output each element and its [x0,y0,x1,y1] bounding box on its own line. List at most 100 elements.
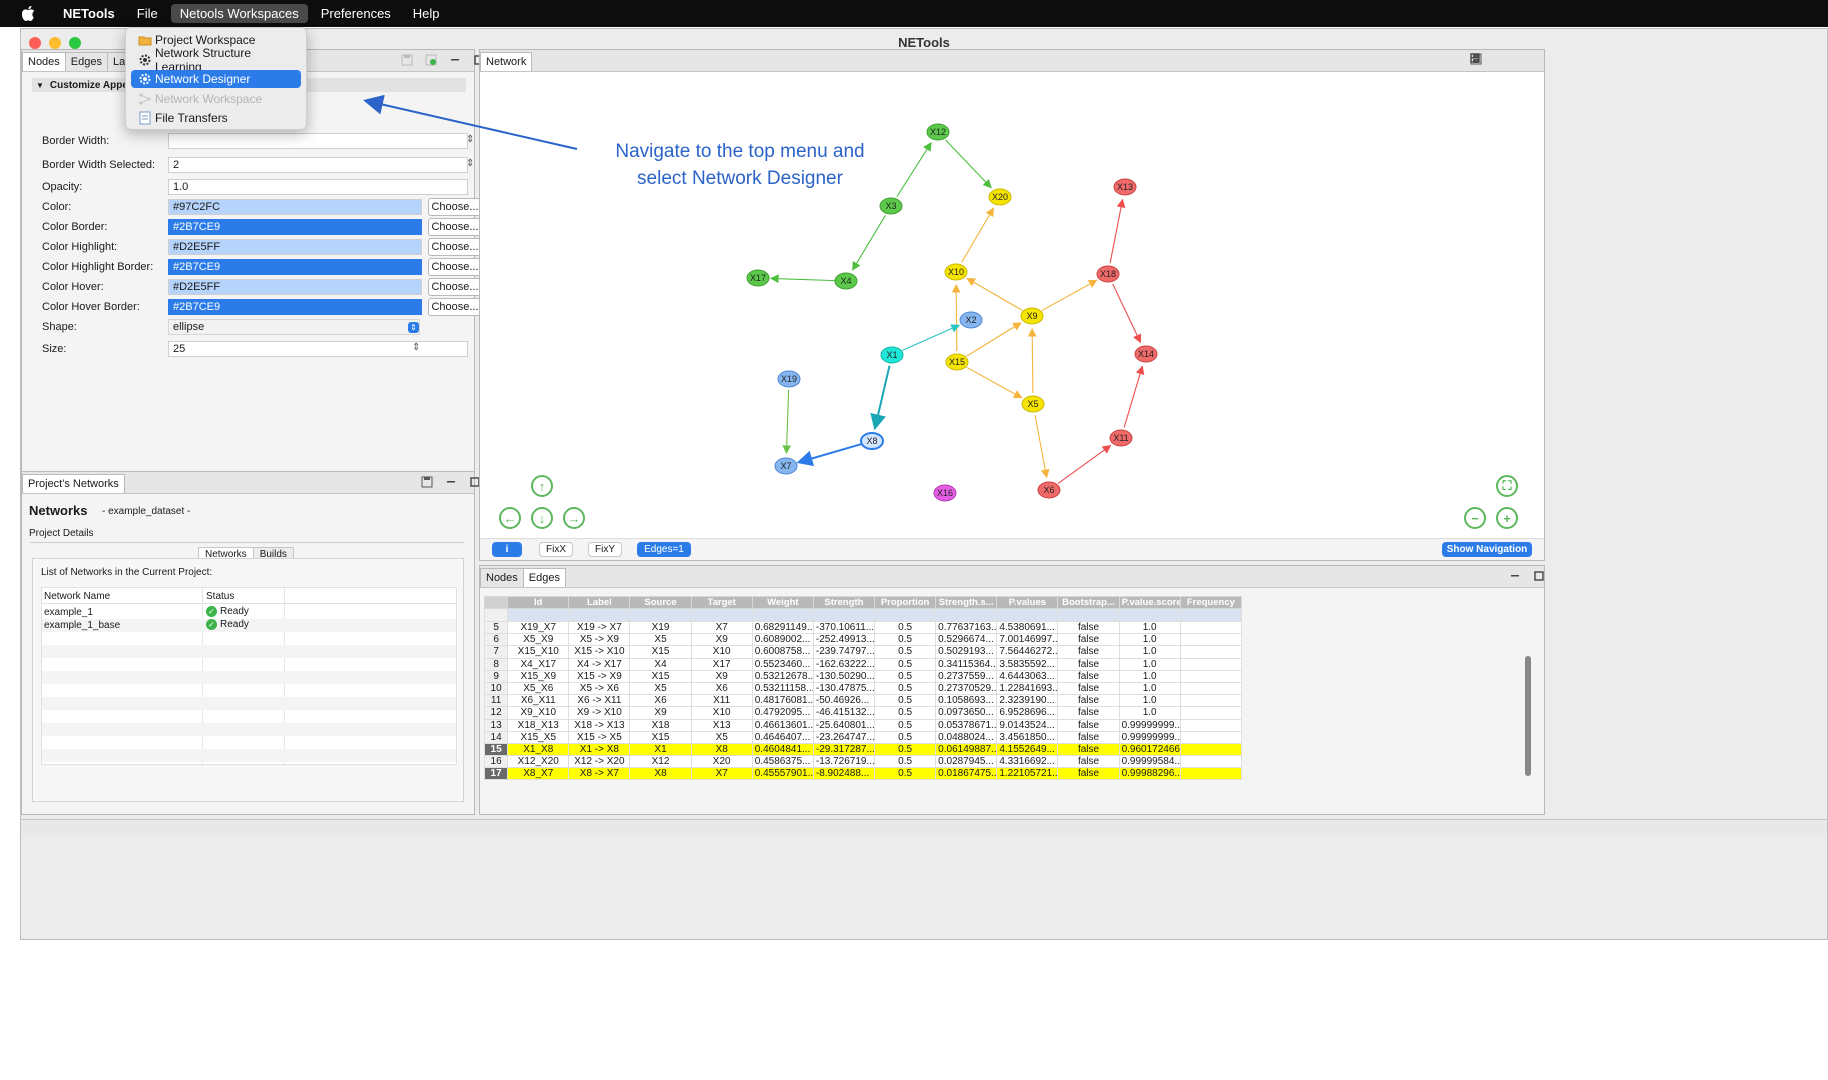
table-cell[interactable]: 0.45557901... [751,767,814,781]
table-cell[interactable]: false [1057,742,1120,757]
edge-X1-X8[interactable] [870,365,891,431]
table-cell[interactable]: false [1057,620,1120,635]
table-cell[interactable] [1179,718,1243,732]
node-X2[interactable]: X2 [959,311,983,329]
filter-cell[interactable] [874,608,937,622]
table-cell[interactable]: X8 [629,767,692,781]
choose-color-button[interactable]: Choose... [428,238,482,256]
field-input[interactable]: 25 [168,341,468,357]
choose-color-button[interactable]: Choose... [428,218,482,236]
edge-X3-X4[interactable] [852,215,886,271]
table-cell[interactable]: 0.34115364... [935,657,998,671]
table-cell[interactable]: 0.5 [874,645,937,659]
table-cell[interactable]: X9 -> X10 [568,706,631,720]
table-cell[interactable]: X5 [629,681,692,696]
column-header[interactable]: Strength.s... [935,596,998,609]
table-cell[interactable]: X17 [690,657,753,671]
table-cell[interactable]: 1.0 [1118,645,1181,659]
table-cell[interactable]: 0.5 [874,633,937,647]
table-cell[interactable]: false [1057,633,1120,647]
node-X6[interactable]: X6 [1037,481,1061,499]
table-cell[interactable]: false [1057,730,1120,744]
table-cell[interactable]: X6_X11 [507,694,570,708]
edge-X11-X14[interactable] [1123,365,1145,428]
table-scrollbar[interactable] [1525,656,1531,776]
table-cell[interactable]: 0.48176081... [751,694,814,708]
table-cell[interactable]: X6 [690,681,753,696]
choose-color-button[interactable]: Choose... [428,278,482,296]
table-row[interactable]: 6 X5_X9 X5 -> X9 X5 X9 0.6089002... -252.49913… [483,633,1243,647]
table-cell[interactable]: -130.50290... [812,669,876,683]
table-cell[interactable]: 9.0143524... [996,718,1059,732]
table-row[interactable]: 11 X6_X11 X6 -> X11 X6 X11 0.48176081... -50.4… [483,694,1243,708]
filter-cell[interactable] [1057,608,1120,622]
table-cell[interactable]: -25.640801... [812,718,876,732]
node-X5[interactable]: X5 [1021,395,1045,413]
field-input[interactable]: #2B7CE9 [168,299,422,315]
table-cell[interactable]: X18 -> X13 [568,718,631,732]
table-cell[interactable]: -162.63222... [812,657,876,671]
minimize-panel-icon[interactable] [1508,569,1522,583]
maximize-panel-icon[interactable] [1532,569,1546,583]
table-cell[interactable]: X19 [629,620,692,635]
table-cell[interactable] [1179,730,1243,744]
table-cell[interactable]: 0.99999999... [1118,730,1181,744]
table-cell[interactable]: false [1057,767,1120,781]
edge-X1-X2[interactable] [901,324,961,352]
list-item[interactable]: example_1_base ✓ Ready [42,619,456,632]
table-cell[interactable]: 0.5 [874,657,937,671]
table-cell[interactable]: X12 -> X20 [568,755,631,769]
node-X18[interactable]: X18 [1096,265,1120,283]
edge-X5-X9[interactable] [1027,327,1037,394]
table-row[interactable]: 12 X9_X10 X9 -> X10 X9 X10 0.4792095... -46.41… [483,706,1243,720]
column-header[interactable]: P.values [996,596,1059,609]
info-button[interactable]: i [492,542,522,557]
table-row[interactable]: 10 X5_X6 X5 -> X6 X5 X6 0.53211158... -130.478… [483,681,1243,696]
table-cell[interactable]: 3.5835592... [996,657,1059,671]
table-cell[interactable]: 0.5523460... [751,657,814,671]
stepper-icon[interactable]: ⇕ [412,342,420,353]
table-cell[interactable]: X12_X20 [507,755,570,769]
table-row[interactable]: 9 X15_X9 X15 -> X9 X15 X9 0.53212678... -130.5… [483,669,1243,683]
table-cell[interactable]: 6.9528696... [996,706,1059,720]
table-cell[interactable]: 0.68291149... [751,620,814,635]
edges-filter-button[interactable]: Edges=1 [637,542,691,557]
table-cell[interactable]: 7.00146997... [996,633,1059,647]
save-icon[interactable] [420,475,434,489]
table-cell[interactable]: X12 [629,755,692,769]
table-cell[interactable]: 1.0 [1118,620,1181,635]
edge-X9-X18[interactable] [1041,279,1098,312]
edge-X18-X13[interactable] [1109,198,1126,264]
column-header[interactable]: Strength [812,596,876,609]
node-X11[interactable]: X11 [1109,429,1133,447]
table-row[interactable]: 13 X18_X13 X18 -> X13 X18 X13 0.46613601... -2… [483,718,1243,732]
table-cell[interactable]: X15 -> X9 [568,669,631,683]
table-cell[interactable]: false [1057,645,1120,659]
table-cell[interactable]: 0.5 [874,767,937,781]
table-cell[interactable]: X4 [629,657,692,671]
node-X4[interactable]: X4 [834,272,858,290]
table-cell[interactable]: 0.5 [874,730,937,744]
table-cell[interactable]: X19_X7 [507,620,570,635]
choose-color-button[interactable]: Choose... [428,198,482,216]
table-cell[interactable]: 0.0287945... [935,755,998,769]
table-cell[interactable]: 0.960172466... [1118,742,1181,757]
tab-nodes-table[interactable]: Nodes [480,568,524,587]
filter-cell[interactable] [1179,608,1243,622]
table-cell[interactable]: 4.3316692... [996,755,1059,769]
table-cell[interactable]: X9 [629,706,692,720]
table-cell[interactable] [1179,657,1243,671]
table-cell[interactable]: X8_X7 [507,767,570,781]
column-header[interactable]: Bootstrap... [1057,596,1120,609]
table-cell[interactable]: X7 [690,767,753,781]
table-cell[interactable]: 1.22841693... [996,681,1059,696]
table-cell[interactable]: X11 [690,694,753,708]
table-cell[interactable] [1179,620,1243,635]
table-cell[interactable]: 0.1058693... [935,694,998,708]
table-cell[interactable]: X8 -> X7 [568,767,631,781]
table-cell[interactable] [1179,645,1243,659]
table-cell[interactable]: false [1057,657,1120,671]
filter-cell[interactable] [629,608,692,622]
filter-cell[interactable] [1118,608,1181,622]
table-cell[interactable]: X9 [690,669,753,683]
